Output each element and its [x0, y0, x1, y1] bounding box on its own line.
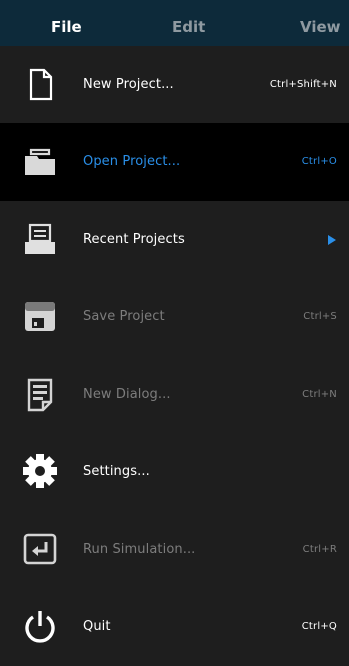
menu-item-open-project[interactable]: Open Project... Ctrl+O — [0, 123, 349, 201]
menu-item-label: Open Project... — [83, 154, 181, 169]
new-file-icon — [22, 66, 58, 102]
file-menu-dropdown: New Project... Ctrl+Shift+N Open Project… — [0, 46, 349, 666]
open-folder-icon — [22, 143, 58, 179]
gear-icon — [22, 453, 58, 489]
submenu-arrow-icon — [328, 235, 336, 245]
menu-item-recent-projects[interactable]: Recent Projects — [0, 201, 349, 278]
menu-item-label: Quit — [83, 619, 111, 634]
menu-item-run-simulation[interactable]: Run Simulation... Ctrl+R — [0, 511, 349, 588]
menu-item-label: New Dialog... — [83, 387, 171, 402]
menu-item-shortcut: Ctrl+N — [302, 389, 337, 400]
menu-item-label: Settings... — [83, 464, 150, 479]
menu-item-quit[interactable]: Quit Ctrl+Q — [0, 588, 349, 666]
menu-item-label: Save Project — [83, 309, 165, 324]
menu-item-settings[interactable]: Settings... — [0, 433, 349, 511]
power-icon — [22, 608, 58, 644]
menu-item-save-project[interactable]: Save Project Ctrl+S — [0, 278, 349, 356]
new-dialog-icon — [22, 376, 58, 412]
menu-item-label: Run Simulation... — [83, 542, 196, 557]
save-icon — [22, 298, 58, 334]
menu-item-label: Recent Projects — [83, 232, 185, 247]
menu-item-shortcut: Ctrl+Shift+N — [269, 79, 337, 90]
menu-item-shortcut: Ctrl+O — [301, 156, 337, 167]
menu-tab-edit[interactable]: Edit — [172, 0, 205, 46]
run-icon — [22, 531, 58, 567]
menu-item-new-project[interactable]: New Project... Ctrl+Shift+N — [0, 46, 349, 123]
menu-item-shortcut: Ctrl+S — [303, 311, 337, 322]
menu-tab-file[interactable]: File — [51, 0, 82, 46]
recent-projects-icon — [22, 221, 58, 257]
menu-item-shortcut: Ctrl+R — [302, 544, 337, 555]
menu-item-label: New Project... — [83, 77, 174, 92]
menu-item-shortcut: Ctrl+Q — [301, 621, 337, 632]
menu-item-new-dialog[interactable]: New Dialog... Ctrl+N — [0, 356, 349, 433]
menu-bar: File Edit View — [0, 0, 349, 46]
menu-tab-view[interactable]: View — [300, 0, 341, 46]
